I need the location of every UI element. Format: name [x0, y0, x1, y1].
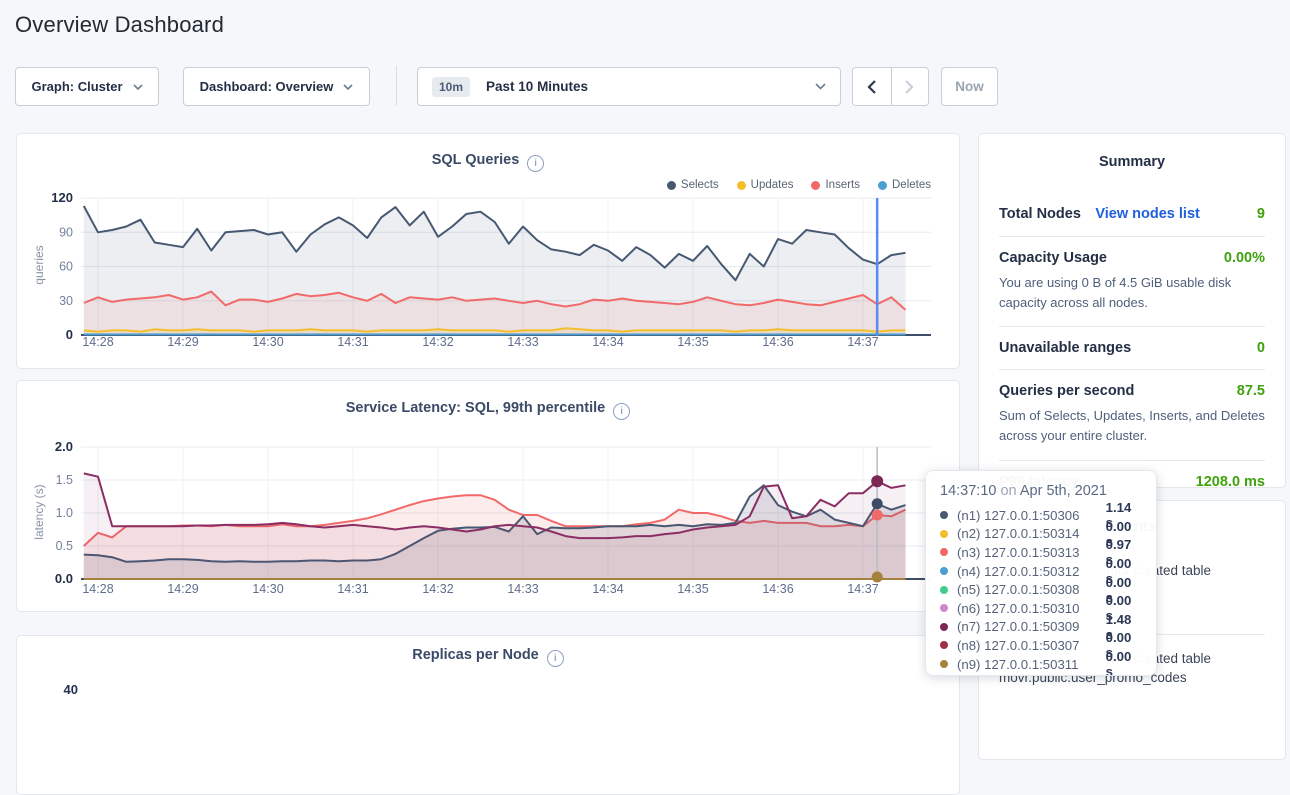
svg-text:14:33: 14:33: [507, 335, 538, 349]
dashboard-dropdown-label: Dashboard: Overview: [200, 79, 334, 94]
info-icon[interactable]: i: [547, 650, 564, 667]
time-next-button[interactable]: [891, 68, 929, 105]
service-latency-title-text: Service Latency: SQL, 99th percentile: [346, 400, 606, 416]
svg-text:14:31: 14:31: [337, 335, 368, 349]
svg-text:14:37: 14:37: [847, 582, 878, 596]
info-icon[interactable]: i: [527, 155, 544, 172]
chevron-left-icon: [867, 80, 876, 94]
chevron-down-icon: [133, 84, 143, 90]
replicas-title: Replicas per Node i: [17, 647, 959, 667]
now-button[interactable]: Now: [941, 67, 998, 106]
node-dot-icon: [940, 548, 948, 556]
svg-text:14:30: 14:30: [252, 582, 283, 596]
svg-text:14:29: 14:29: [167, 582, 198, 596]
sql-queries-title-text: SQL Queries: [432, 152, 520, 168]
sql-queries-chart[interactable]: 14:28 14:29 14:30 14:31 14:32 14:33 14:34 14:35…: [31, 187, 947, 359]
unavailable-ranges-value: 0: [1257, 340, 1265, 356]
node-dot-icon: [940, 567, 948, 575]
total-nodes-row: Total Nodes View nodes list 9: [999, 192, 1265, 237]
node-dot-icon: [940, 530, 948, 538]
sql-queries-title: SQL Queries i: [17, 152, 959, 172]
svg-text:14:32: 14:32: [422, 582, 453, 596]
time-range-label: Past 10 Minutes: [486, 79, 588, 94]
replicas-title-text: Replicas per Node: [412, 647, 539, 663]
summary-title: Summary: [999, 154, 1265, 170]
svg-text:14:31: 14:31: [337, 582, 368, 596]
capacity-usage-description: You are using 0 B of 4.5 GiB usable disk…: [999, 273, 1265, 313]
svg-text:2.0: 2.0: [55, 439, 73, 454]
svg-text:0.5: 0.5: [56, 539, 73, 553]
svg-text:14:35: 14:35: [677, 335, 708, 349]
svg-text:0: 0: [66, 327, 73, 342]
svg-text:90: 90: [59, 225, 73, 239]
replicas-per-node-card: Replicas per Node i: [16, 635, 960, 795]
svg-text:14:36: 14:36: [762, 582, 793, 596]
capacity-usage-group: Capacity Usage 0.00% You are using 0 B o…: [999, 237, 1265, 327]
node-dot-icon: [940, 641, 948, 649]
graph-dropdown[interactable]: Graph: Cluster: [15, 67, 159, 106]
p99-latency-value: 1208.0 ms: [1196, 474, 1265, 490]
svg-text:14:34: 14:34: [592, 582, 623, 596]
chart-hover-tooltip: 14:37:10 on Apr 5th, 2021 (n1) 127.0.0.1…: [925, 470, 1157, 676]
queries-per-second-value: 87.5: [1237, 383, 1265, 399]
svg-text:0.0: 0.0: [55, 571, 73, 586]
capacity-usage-value: 0.00%: [1224, 250, 1265, 266]
svg-text:14:29: 14:29: [167, 335, 198, 349]
info-icon[interactable]: i: [613, 403, 630, 420]
chevron-right-icon: [905, 80, 914, 94]
y-axis-label: latency (s): [32, 482, 46, 542]
node-dot-icon: [940, 623, 948, 631]
time-nav-group: [852, 67, 929, 106]
svg-text:14:32: 14:32: [422, 335, 453, 349]
dashboard-dropdown[interactable]: Dashboard: Overview: [183, 67, 370, 106]
queries-per-second-group: Queries per second 87.5 Sum of Selects, …: [999, 370, 1265, 460]
service-latency-chart[interactable]: 14:28 14:29 14:30 14:31 14:32 14:33 14:34 14:35…: [31, 437, 947, 607]
graph-dropdown-label: Graph: Cluster: [31, 79, 122, 94]
svg-text:14:37: 14:37: [847, 335, 878, 349]
chevron-down-icon: [343, 84, 353, 90]
time-range-badge: 10m: [432, 77, 470, 97]
queries-per-second-label: Queries per second: [999, 383, 1134, 399]
tooltip-node-row: (n9) 127.0.0.1:503110.00 s: [940, 655, 1142, 674]
svg-text:30: 30: [59, 294, 73, 308]
svg-text:120: 120: [51, 190, 73, 205]
time-prev-button[interactable]: [853, 68, 891, 105]
page-title: Overview Dashboard: [15, 12, 224, 38]
svg-text:1.5: 1.5: [56, 473, 73, 487]
tooltip-timestamp: 14:37:10 on Apr 5th, 2021: [940, 483, 1142, 499]
chevron-down-icon: [815, 83, 826, 90]
service-latency-card: Service Latency: SQL, 99th percentile i 1…: [16, 380, 960, 612]
node-dot-icon: [940, 511, 948, 519]
svg-text:60: 60: [59, 260, 73, 274]
summary-panel: Summary Total Nodes View nodes list 9 Ca…: [978, 133, 1286, 488]
toolbar-divider: [396, 66, 397, 106]
total-nodes-value: 9: [1257, 206, 1265, 222]
svg-text:14:36: 14:36: [762, 335, 793, 349]
unavailable-ranges-row: Unavailable ranges 0: [999, 327, 1265, 370]
queries-per-second-description: Sum of Selects, Updates, Inserts, and De…: [999, 406, 1265, 446]
svg-text:14:28: 14:28: [82, 335, 113, 349]
svg-text:14:35: 14:35: [677, 582, 708, 596]
svg-text:14:33: 14:33: [507, 582, 538, 596]
node-dot-icon: [940, 660, 948, 668]
time-range-dropdown[interactable]: 10m Past 10 Minutes: [417, 67, 841, 106]
view-nodes-list-link[interactable]: View nodes list: [1095, 206, 1200, 222]
svg-text:14:28: 14:28: [82, 582, 113, 596]
node-dot-icon: [940, 604, 948, 612]
unavailable-ranges-label: Unavailable ranges: [999, 340, 1131, 356]
service-latency-title: Service Latency: SQL, 99th percentile i: [17, 400, 959, 420]
y-axis-label: queries: [32, 235, 46, 295]
svg-text:14:34: 14:34: [592, 335, 623, 349]
svg-text:14:30: 14:30: [252, 335, 283, 349]
replicas-ytick-partial: 40: [52, 682, 78, 697]
total-nodes-label: Total Nodes: [999, 206, 1081, 222]
svg-text:1.0: 1.0: [56, 506, 73, 520]
sql-queries-card: SQL Queriesi SelectsUpdatesInsertsDelete…: [16, 133, 960, 369]
node-dot-icon: [940, 586, 948, 594]
capacity-usage-label: Capacity Usage: [999, 250, 1107, 266]
